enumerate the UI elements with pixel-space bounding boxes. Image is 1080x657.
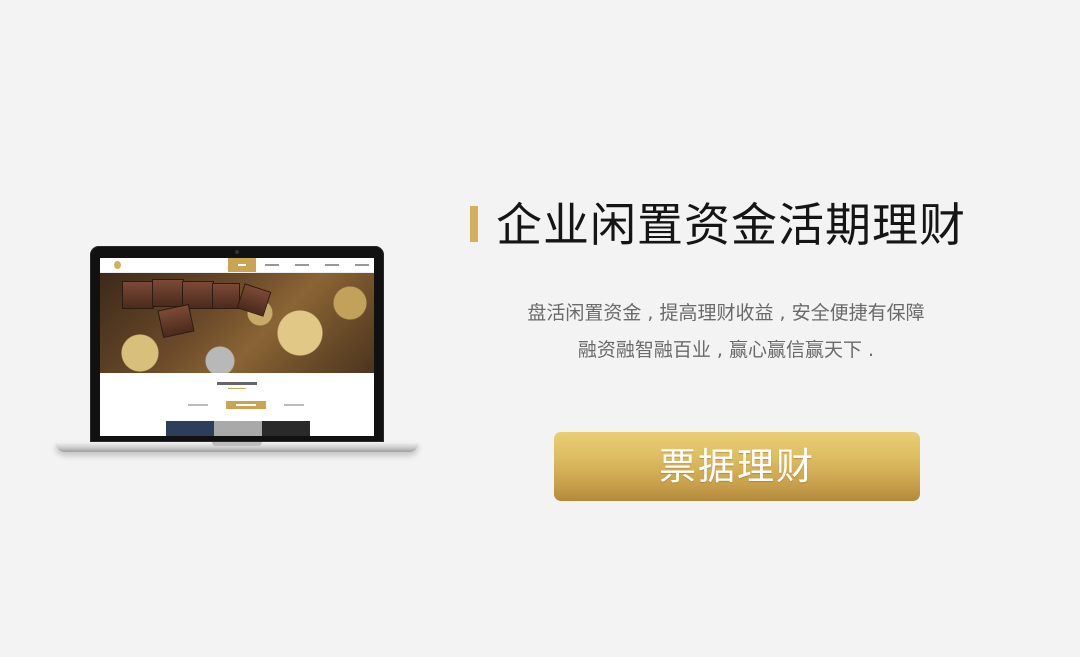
laptop-screen <box>100 258 374 436</box>
preview-logo <box>114 261 123 269</box>
laptop-lid <box>90 246 384 442</box>
preview-nav-item <box>348 258 374 272</box>
subline-2: 融资融智融百业 , 赢心赢信赢天下 . <box>577 339 875 361</box>
headline-accent-bar <box>470 206 478 242</box>
preview-hero-block <box>236 283 272 317</box>
preview-tab <box>178 401 218 409</box>
preview-nav-item <box>288 258 316 272</box>
preview-nav-items <box>228 258 374 272</box>
headline: 企业闲置资金活期理财 <box>496 198 966 252</box>
subline-1: 盘活闲置资金 , 提高理财收益 , 安全便捷有保障 <box>527 302 925 324</box>
bill-finance-button[interactable]: 票据理财 <box>554 432 920 501</box>
preview-card <box>166 421 214 436</box>
preview-hero-image <box>100 273 374 373</box>
preview-tab <box>226 401 266 409</box>
preview-nav-item <box>318 258 346 272</box>
preview-card <box>262 421 310 436</box>
preview-nav-item <box>258 258 286 272</box>
laptop-camera <box>235 250 239 254</box>
preview-cards <box>166 421 310 436</box>
laptop-notch <box>212 442 262 446</box>
preview-tab <box>274 401 314 409</box>
preview-hero-block <box>152 279 184 307</box>
preview-logo-icon <box>114 261 121 269</box>
preview-nav-item <box>228 258 256 272</box>
preview-section-title <box>217 382 257 385</box>
laptop-illustration <box>55 246 419 458</box>
preview-hero-block <box>122 281 154 309</box>
preview-tabs <box>178 401 322 409</box>
preview-nav-bar <box>100 258 374 273</box>
preview-section-underline <box>228 388 246 389</box>
preview-card <box>214 421 262 436</box>
preview-hero-block <box>157 303 195 339</box>
preview-hero-block <box>212 283 240 309</box>
